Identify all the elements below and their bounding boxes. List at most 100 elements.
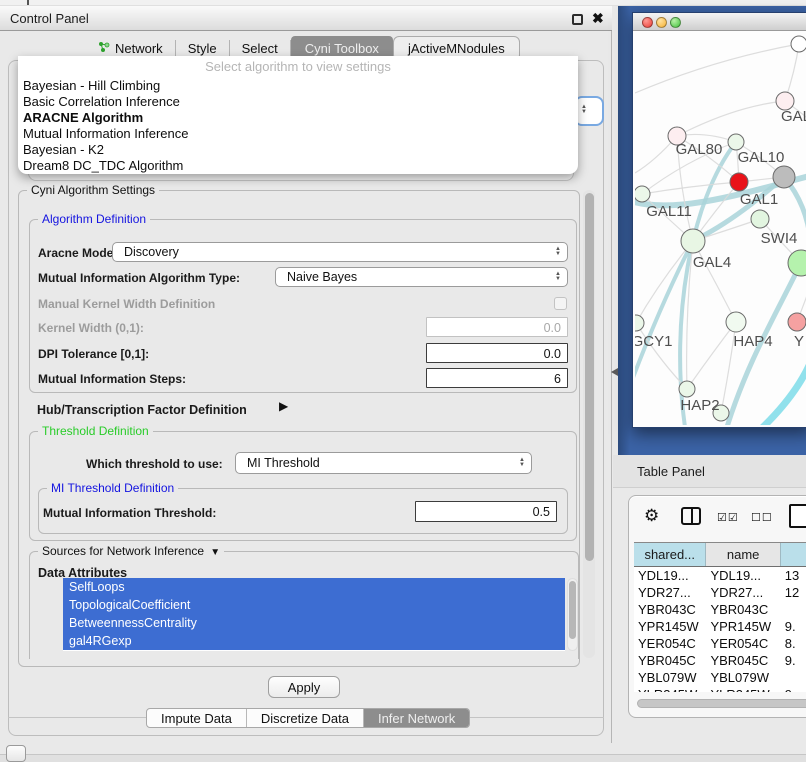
cell — [781, 601, 806, 618]
hub-definition-label[interactable]: Hub/Transcription Factor Definition — [37, 403, 247, 417]
cell: YLR345W — [706, 686, 780, 692]
manual-kernel-checkbox[interactable] — [554, 297, 567, 310]
bottom-left-button[interactable] — [6, 745, 26, 762]
algorithm-option[interactable]: Bayesian - Hill Climbing — [18, 78, 578, 94]
table-panel-titlebar: Table Panel — [613, 455, 806, 488]
algorithm-option[interactable]: Basic Correlation Inference — [18, 94, 578, 110]
table-row[interactable]: YBR045CYBR045C9. — [634, 652, 806, 669]
algorithm-option[interactable]: Bayesian - K2 — [18, 142, 578, 158]
network-edge[interactable] — [687, 322, 736, 389]
close-traffic-light-icon[interactable] — [642, 17, 653, 28]
sources-group-title[interactable]: Sources for Network Inference ▼ — [38, 544, 224, 558]
minimize-traffic-light-icon[interactable] — [656, 17, 667, 28]
tab-label: Select — [242, 41, 278, 56]
settings-group-title: Cyni Algorithm Settings — [27, 183, 159, 197]
network-node[interactable] — [773, 166, 795, 188]
table-row[interactable]: YER054CYER054C8. — [634, 635, 806, 652]
float-window-icon[interactable] — [572, 14, 583, 25]
network-node[interactable] — [751, 210, 769, 228]
algorithm-dropdown-popup: Select algorithm to view settings Bayesi… — [18, 56, 578, 174]
table-horizontal-scrollbar[interactable] — [637, 699, 806, 709]
algorithm-option[interactable]: Mutual Information Inference — [18, 126, 578, 142]
table-row[interactable]: YDL19...YDL19...13 — [634, 567, 806, 584]
table-header-row: shared...name — [634, 543, 806, 567]
tab-label: Cyni Toolbox — [305, 41, 379, 56]
attribute-item[interactable]: BetweennessCentrality — [63, 614, 565, 632]
deselect-all-icon[interactable]: ☐☐ — [751, 511, 773, 524]
table-row[interactable]: YDR27...YDR27...12 — [634, 584, 806, 601]
network-window-titlebar[interactable] — [633, 13, 806, 31]
apply-button[interactable]: Apply — [268, 676, 340, 698]
cell: 9. — [781, 652, 806, 669]
network-edge[interactable] — [635, 44, 799, 93]
dpi-tolerance-field[interactable]: 0.0 — [426, 343, 568, 363]
node-label: HAP2 — [680, 397, 719, 414]
expand-right-icon[interactable]: ▶ — [279, 399, 288, 413]
network-canvas[interactable]: GALGAL80GAL10GAL1GAL11SWI4GAL4GCY1HAP4YH… — [635, 31, 806, 425]
column-header-name[interactable]: name — [706, 543, 780, 566]
select-all-icon[interactable]: ☑☑ — [717, 511, 739, 524]
network-node[interactable] — [726, 312, 746, 332]
table-toolbar: ⚙ ☑☑ ☐☐ — [629, 496, 806, 540]
algorithm-option[interactable]: Dream8 DC_TDC Algorithm — [18, 158, 578, 174]
network-node[interactable] — [635, 315, 644, 331]
cell: 9. — [781, 686, 806, 692]
column-header-shared...[interactable]: shared... — [634, 543, 706, 566]
bottom-tab-discretize-data[interactable]: Discretize Data — [247, 709, 363, 727]
attribute-item[interactable]: gal4RGexp — [63, 632, 565, 650]
control-panel-titlebar: Control Panel ✖ — [0, 6, 612, 31]
focused-combo-fragment[interactable]: ▲▼ — [574, 96, 604, 126]
network-node[interactable] — [788, 250, 806, 276]
table-row[interactable]: YBR043CYBR043C — [634, 601, 806, 618]
which-threshold-combo[interactable]: MI Threshold ▲▼ — [235, 452, 532, 474]
table-body: YDL19...YDL19...13YDR27...YDR27...12YBR0… — [634, 567, 806, 692]
network-node[interactable] — [728, 134, 744, 150]
bottom-tab-bar: Impute DataDiscretize DataInfer Network — [146, 708, 470, 728]
network-node[interactable] — [635, 186, 650, 202]
network-view-window[interactable]: GALGAL80GAL10GAL1GAL11SWI4GAL4GCY1HAP4YH… — [632, 12, 806, 428]
scrollbar-thumb[interactable] — [569, 581, 576, 639]
bottom-tab-infer-network[interactable]: Infer Network — [364, 709, 469, 727]
attribute-item[interactable]: TopologicalCoefficient — [63, 596, 565, 614]
dpi-tolerance-label: DPI Tolerance [0,1]: — [38, 347, 149, 361]
data-attributes-list[interactable]: SelfLoopsTopologicalCoefficientBetweenne… — [63, 578, 565, 651]
settings-gear-icon[interactable]: ⚙ — [644, 506, 659, 526]
aracne-mode-combo[interactable]: Discovery ▲▼ — [112, 242, 568, 262]
network-edge[interactable] — [677, 101, 785, 136]
node-table[interactable]: shared...name YDL19...YDL19...13YDR27...… — [634, 542, 806, 692]
collapse-down-icon[interactable]: ▼ — [207, 547, 220, 558]
algorithm-option[interactable]: ARACNE Algorithm — [18, 110, 578, 126]
mi-steps-field[interactable]: 6 — [426, 368, 568, 388]
node-label: GCY1 — [635, 333, 672, 350]
cyni-algorithm-settings-group: Cyni Algorithm Settings Algorithm Defini… — [18, 190, 580, 667]
attributes-scrollbar[interactable] — [567, 578, 578, 651]
table-row[interactable]: YPR145WYPR145W9. — [634, 618, 806, 635]
table-row[interactable]: YBL079WYBL079W — [634, 669, 806, 686]
network-node[interactable] — [679, 381, 695, 397]
mi-type-combo[interactable]: Naive Bayes ▲▼ — [275, 267, 568, 287]
scrollbar-thumb[interactable] — [637, 699, 806, 708]
document-icon[interactable] — [789, 504, 806, 528]
network-edge[interactable] — [761, 359, 806, 425]
network-node[interactable] — [788, 313, 806, 331]
column-header-col2[interactable] — [781, 543, 806, 566]
network-node[interactable] — [730, 173, 748, 191]
scrollbar-thumb[interactable] — [585, 193, 594, 561]
mi-threshold-field[interactable]: 0.5 — [415, 501, 557, 522]
split-column-icon[interactable] — [681, 507, 701, 525]
settings-vertical-scrollbar[interactable] — [583, 190, 595, 658]
algorithm-definition-group: Algorithm Definition Aracne Mode: Discov… — [29, 219, 577, 393]
bottom-tab-impute-data[interactable]: Impute Data — [147, 709, 246, 727]
attribute-item[interactable]: SelfLoops — [63, 578, 565, 596]
mi-threshold-group: MI Threshold Definition Mutual Informati… — [38, 488, 568, 534]
kernel-width-label: Kernel Width (0,1): — [38, 321, 144, 335]
table-row[interactable]: YLR345WYLR345W9. — [634, 686, 806, 692]
close-icon[interactable]: ✖ — [592, 10, 604, 27]
network-node[interactable] — [681, 229, 705, 253]
maximize-traffic-light-icon[interactable] — [670, 17, 681, 28]
kernel-width-field[interactable]: 0.0 — [426, 317, 568, 337]
network-node[interactable] — [791, 36, 806, 52]
node-label: GAL1 — [740, 191, 778, 208]
threshold-definition-title: Threshold Definition — [38, 424, 153, 438]
cell: YPR145W — [706, 618, 780, 635]
